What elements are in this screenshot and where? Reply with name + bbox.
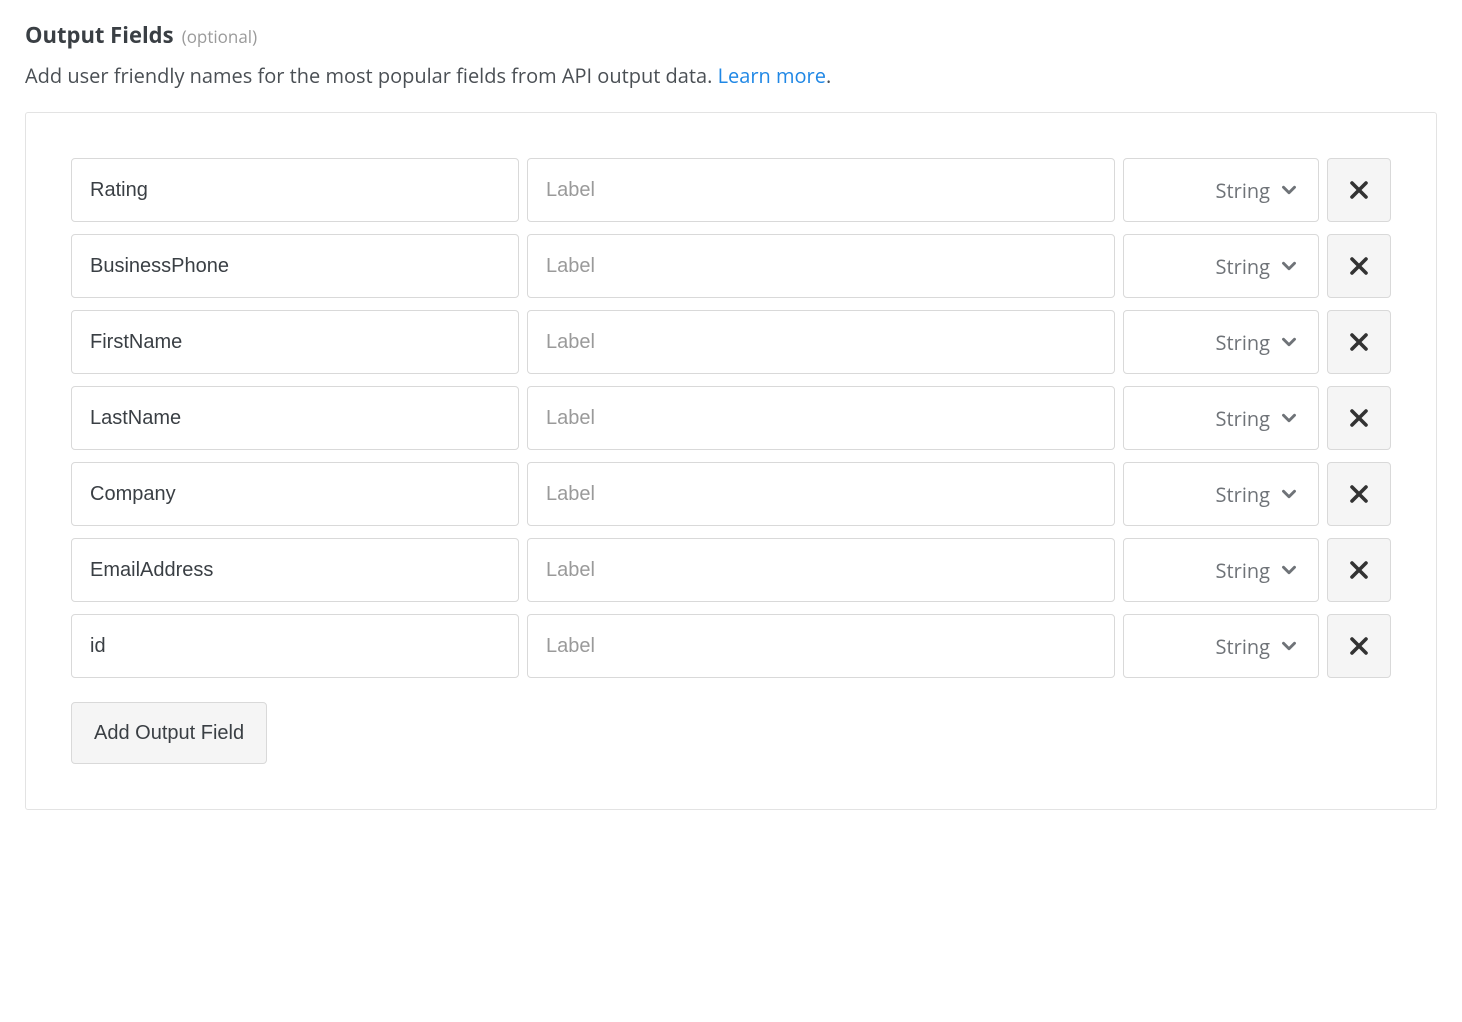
field-type-value: String (1216, 557, 1270, 584)
learn-more-link[interactable]: Learn more (718, 62, 826, 89)
remove-field-button[interactable] (1327, 386, 1391, 450)
chevron-down-icon (1278, 255, 1300, 277)
close-icon (1347, 558, 1371, 582)
remove-field-button[interactable] (1327, 310, 1391, 374)
add-output-field-button[interactable]: Add Output Field (71, 702, 267, 764)
field-label-input[interactable] (527, 538, 1115, 602)
field-key-input[interactable] (71, 538, 519, 602)
output-field-row: String (71, 234, 1391, 298)
field-type-value: String (1216, 329, 1270, 356)
field-label-input[interactable] (527, 234, 1115, 298)
field-type-select[interactable]: String (1123, 538, 1319, 602)
section-description: Add user friendly names for the most pop… (25, 62, 1437, 90)
section-header: Output Fields (optional) (25, 20, 1437, 50)
chevron-down-icon (1278, 483, 1300, 505)
close-icon (1347, 178, 1371, 202)
field-type-value: String (1216, 253, 1270, 280)
close-icon (1347, 406, 1371, 430)
remove-field-button[interactable] (1327, 234, 1391, 298)
chevron-down-icon (1278, 407, 1300, 429)
output-field-row: String (71, 462, 1391, 526)
close-icon (1347, 330, 1371, 354)
chevron-down-icon (1278, 179, 1300, 201)
close-icon (1347, 482, 1371, 506)
chevron-down-icon (1278, 559, 1300, 581)
field-type-value: String (1216, 177, 1270, 204)
field-key-input[interactable] (71, 614, 519, 678)
field-key-input[interactable] (71, 386, 519, 450)
field-key-input[interactable] (71, 234, 519, 298)
output-field-row: String (71, 614, 1391, 678)
remove-field-button[interactable] (1327, 538, 1391, 602)
field-type-select[interactable]: String (1123, 386, 1319, 450)
chevron-down-icon (1278, 331, 1300, 353)
field-label-input[interactable] (527, 310, 1115, 374)
field-type-select[interactable]: String (1123, 234, 1319, 298)
output-field-row: String (71, 538, 1391, 602)
field-key-input[interactable] (71, 158, 519, 222)
field-label-input[interactable] (527, 386, 1115, 450)
output-field-row: String (71, 158, 1391, 222)
field-type-select[interactable]: String (1123, 158, 1319, 222)
field-key-input[interactable] (71, 462, 519, 526)
close-icon (1347, 634, 1371, 658)
remove-field-button[interactable] (1327, 158, 1391, 222)
field-label-input[interactable] (527, 462, 1115, 526)
field-type-select[interactable]: String (1123, 462, 1319, 526)
chevron-down-icon (1278, 635, 1300, 657)
field-type-select[interactable]: String (1123, 614, 1319, 678)
field-type-select[interactable]: String (1123, 310, 1319, 374)
close-icon (1347, 254, 1371, 278)
section-description-text: Add user friendly names for the most pop… (25, 62, 718, 89)
field-label-input[interactable] (527, 158, 1115, 222)
output-field-row: String (71, 386, 1391, 450)
field-label-input[interactable] (527, 614, 1115, 678)
remove-field-button[interactable] (1327, 462, 1391, 526)
output-fields-list: String String String String String String Stri… (71, 158, 1391, 678)
section-optional-suffix: (optional) (182, 25, 257, 48)
output-field-row: String (71, 310, 1391, 374)
field-key-input[interactable] (71, 310, 519, 374)
output-fields-panel: String String String String String String Stri… (25, 112, 1437, 810)
field-type-value: String (1216, 633, 1270, 660)
section-description-suffix: . (826, 62, 831, 89)
field-type-value: String (1216, 405, 1270, 432)
remove-field-button[interactable] (1327, 614, 1391, 678)
field-type-value: String (1216, 481, 1270, 508)
section-title: Output Fields (25, 20, 174, 50)
